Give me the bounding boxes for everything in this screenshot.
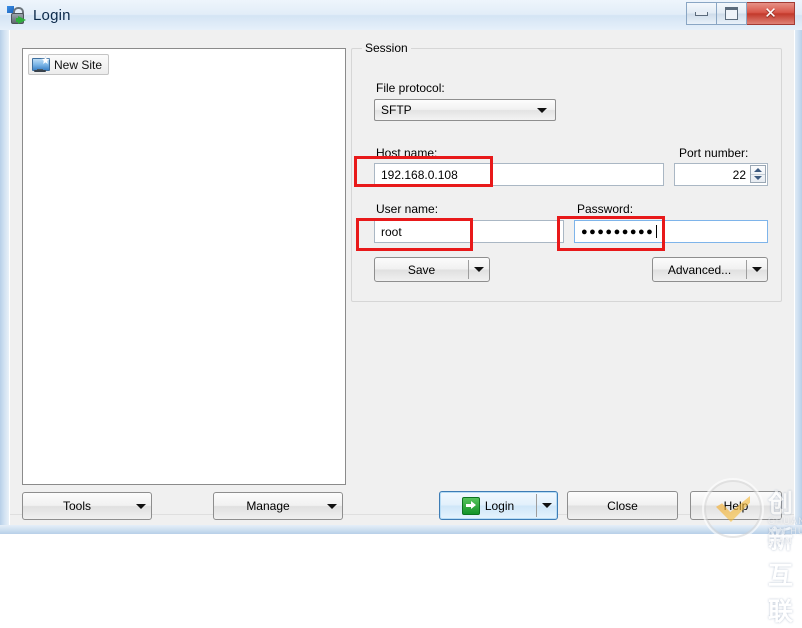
help-button[interactable]: Help (690, 491, 782, 520)
port-increment-button[interactable] (751, 166, 765, 175)
chevron-down-icon (136, 503, 146, 509)
host-name-input[interactable]: 192.168.0.108 (374, 163, 664, 186)
chevron-down-icon (474, 267, 484, 272)
file-protocol-select[interactable]: SFTP (374, 99, 556, 121)
tools-button-label: Tools (62, 499, 91, 513)
file-protocol-value: SFTP (381, 103, 412, 117)
advanced-dropdown-toggle[interactable] (747, 267, 767, 272)
login-arrow-icon (461, 496, 480, 515)
close-button-label: Close (607, 498, 638, 513)
frame-left-edge (0, 0, 9, 534)
manage-button[interactable]: Manage (213, 492, 343, 520)
port-number-stepper[interactable] (750, 165, 766, 183)
port-number-value: 22 (732, 167, 746, 182)
login-button[interactable]: Login (439, 491, 558, 520)
screenshot-root: Login ✕ New Site Session File protocol: … (0, 0, 802, 626)
lock-arrow-icon (7, 5, 27, 25)
port-number-label: Port number: (679, 146, 749, 160)
caret-down-icon (754, 176, 762, 181)
save-button[interactable]: Save (374, 257, 490, 282)
title-bar-left: Login (7, 2, 71, 28)
new-site-monitor-icon (32, 55, 50, 72)
tools-button[interactable]: Tools (22, 492, 152, 520)
text-caret (656, 225, 658, 238)
chevron-down-icon (542, 503, 552, 508)
window-title: Login (33, 6, 71, 24)
chevron-down-icon (327, 503, 337, 509)
window-controls: ✕ (686, 2, 795, 25)
user-name-value: root (381, 224, 402, 239)
file-protocol-label: File protocol: (376, 81, 445, 95)
session-group-title: Session (362, 41, 411, 55)
advanced-button[interactable]: Advanced... (652, 257, 768, 282)
close-button[interactable]: Close (567, 491, 678, 520)
close-icon: ✕ (764, 5, 777, 22)
port-number-input[interactable]: 22 (674, 163, 768, 186)
new-site-label: New Site (54, 57, 103, 72)
manage-button-label: Manage (246, 499, 290, 513)
host-name-label: Host name: (376, 146, 438, 160)
maximize-icon (725, 7, 738, 20)
minimize-button[interactable] (686, 2, 716, 25)
login-dialog-body: New Site Session File protocol: SFTP Hos… (9, 30, 795, 525)
host-name-value: 192.168.0.108 (381, 167, 458, 182)
chevron-down-icon (537, 108, 547, 113)
save-button-label: Save (407, 262, 436, 277)
frame-bottom-edge (0, 525, 802, 534)
title-bar[interactable]: Login ✕ (0, 0, 802, 30)
sidebar-item-new-site[interactable]: New Site (28, 54, 110, 75)
user-name-input[interactable]: root (374, 220, 564, 243)
help-button-label: Help (723, 498, 749, 513)
port-decrement-button[interactable] (751, 175, 765, 183)
maximize-button[interactable] (716, 2, 747, 25)
sites-tree-panel[interactable]: New Site (22, 48, 346, 485)
manage-dropdown-toggle[interactable] (322, 503, 342, 509)
tools-dropdown-toggle[interactable] (131, 503, 151, 509)
minimize-icon (695, 11, 708, 16)
chevron-down-icon (752, 267, 762, 272)
caret-up-icon (754, 167, 762, 172)
login-button-label: Login (484, 498, 515, 513)
close-window-button[interactable]: ✕ (747, 2, 795, 25)
login-dropdown-toggle[interactable] (537, 503, 557, 508)
password-input[interactable]: ●●●●●●●●● (574, 220, 768, 243)
save-dropdown-toggle[interactable] (469, 267, 489, 272)
password-label: Password: (577, 202, 634, 216)
user-name-label: User name: (376, 202, 439, 216)
password-value: ●●●●●●●●● (581, 225, 655, 238)
advanced-button-label: Advanced... (667, 262, 732, 277)
